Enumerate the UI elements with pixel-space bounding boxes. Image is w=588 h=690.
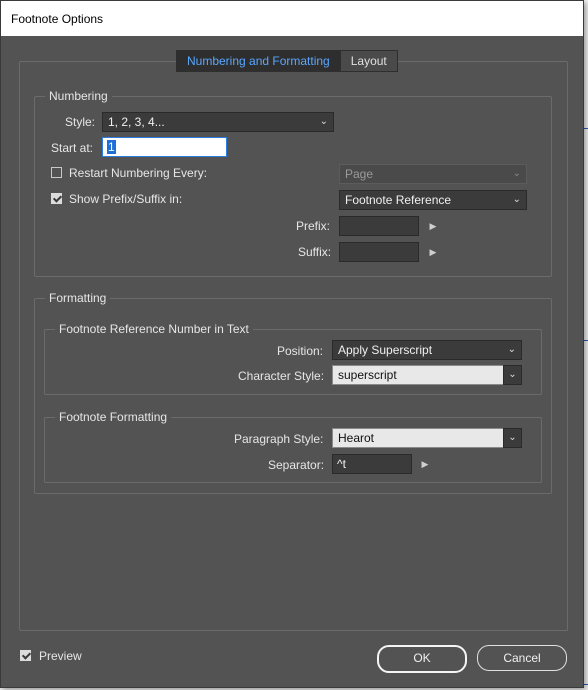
start-at-label: Start at: [51, 141, 94, 155]
separator-field[interactable]: ^t [332, 454, 412, 474]
chevron-down-icon[interactable]: ⌄ [503, 428, 522, 448]
dialog-content: Numbering and Formatting Layout Numberin… [1, 36, 583, 687]
title-bar: Footnote Options [1, 1, 583, 36]
separator-flyout-triangle-right-icon[interactable]: ▶ [420, 457, 430, 471]
paragraph-style-value: Hearot [338, 431, 375, 445]
tab-numbering-and-formatting[interactable]: Numbering and Formatting [177, 51, 341, 71]
show-prefix-suffix-label: Show Prefix/Suffix in: [69, 192, 183, 206]
chevron-down-icon: ⌄ [512, 168, 521, 179]
footnote-formatting-group: Footnote Formatting [44, 410, 542, 483]
restart-every-select: Page ⌄ [339, 164, 527, 184]
ok-button[interactable]: OK [377, 645, 467, 673]
paragraph-style-select[interactable]: Hearot ⌄ [332, 428, 522, 448]
footnote-reference-legend: Footnote Reference Number in Text [55, 322, 253, 336]
start-at-field[interactable]: 1 [102, 137, 227, 157]
formatting-legend: Formatting [45, 291, 111, 305]
show-prefix-suffix-select[interactable]: Footnote Reference ⌄ [339, 190, 527, 210]
suffix-label: Suffix: [298, 245, 332, 259]
separator-value: ^t [337, 457, 346, 471]
restart-numbering-checkbox[interactable] [51, 167, 62, 178]
separator-label: Separator: [268, 458, 325, 472]
chevron-down-icon: ⌄ [512, 194, 521, 205]
tab-layout[interactable]: Layout [340, 51, 397, 71]
restart-every-value: Page [345, 167, 374, 181]
restart-numbering-label: Restart Numbering Every: [69, 166, 208, 180]
position-value: Apply Superscript [338, 343, 433, 357]
prefix-label: Prefix: [296, 219, 331, 233]
tab-bar: Numbering and Formatting Layout [176, 50, 398, 72]
character-style-value: superscript [338, 368, 397, 382]
character-style-select[interactable]: superscript ⌄ [332, 365, 522, 385]
position-label: Position: [277, 344, 324, 358]
paragraph-style-label: Paragraph Style: [234, 432, 324, 446]
dialog-title: Footnote Options [11, 12, 104, 26]
numbering-legend: Numbering [45, 89, 112, 103]
style-select-value: 1, 2, 3, 4... [108, 115, 165, 129]
style-select[interactable]: 1, 2, 3, 4... ⌄ [102, 112, 334, 132]
preview-checkbox[interactable] [20, 650, 31, 661]
style-label: Style: [65, 115, 96, 129]
cancel-button[interactable]: Cancel [477, 645, 567, 671]
footnote-reference-group: Footnote Reference Number in Text [44, 322, 542, 395]
suffix-flyout-triangle-right-icon[interactable]: ▶ [428, 245, 438, 259]
chevron-down-icon: ⌄ [319, 116, 328, 127]
suffix-field[interactable] [339, 242, 419, 262]
preview-label: Preview [39, 649, 82, 663]
prefix-flyout-triangle-right-icon[interactable]: ▶ [428, 219, 438, 233]
prefix-field[interactable] [339, 216, 419, 236]
footnote-options-dialog: Footnote Options Numbering and Formattin… [0, 0, 584, 688]
show-prefix-suffix-value: Footnote Reference [345, 193, 452, 207]
chevron-down-icon: ⌄ [507, 344, 516, 355]
start-at-value: 1 [107, 140, 116, 154]
character-style-label: Character Style: [238, 369, 325, 383]
position-select[interactable]: Apply Superscript ⌄ [332, 340, 522, 360]
footnote-formatting-legend: Footnote Formatting [55, 410, 172, 424]
chevron-down-icon[interactable]: ⌄ [503, 365, 522, 385]
show-prefix-suffix-checkbox[interactable] [51, 193, 62, 204]
